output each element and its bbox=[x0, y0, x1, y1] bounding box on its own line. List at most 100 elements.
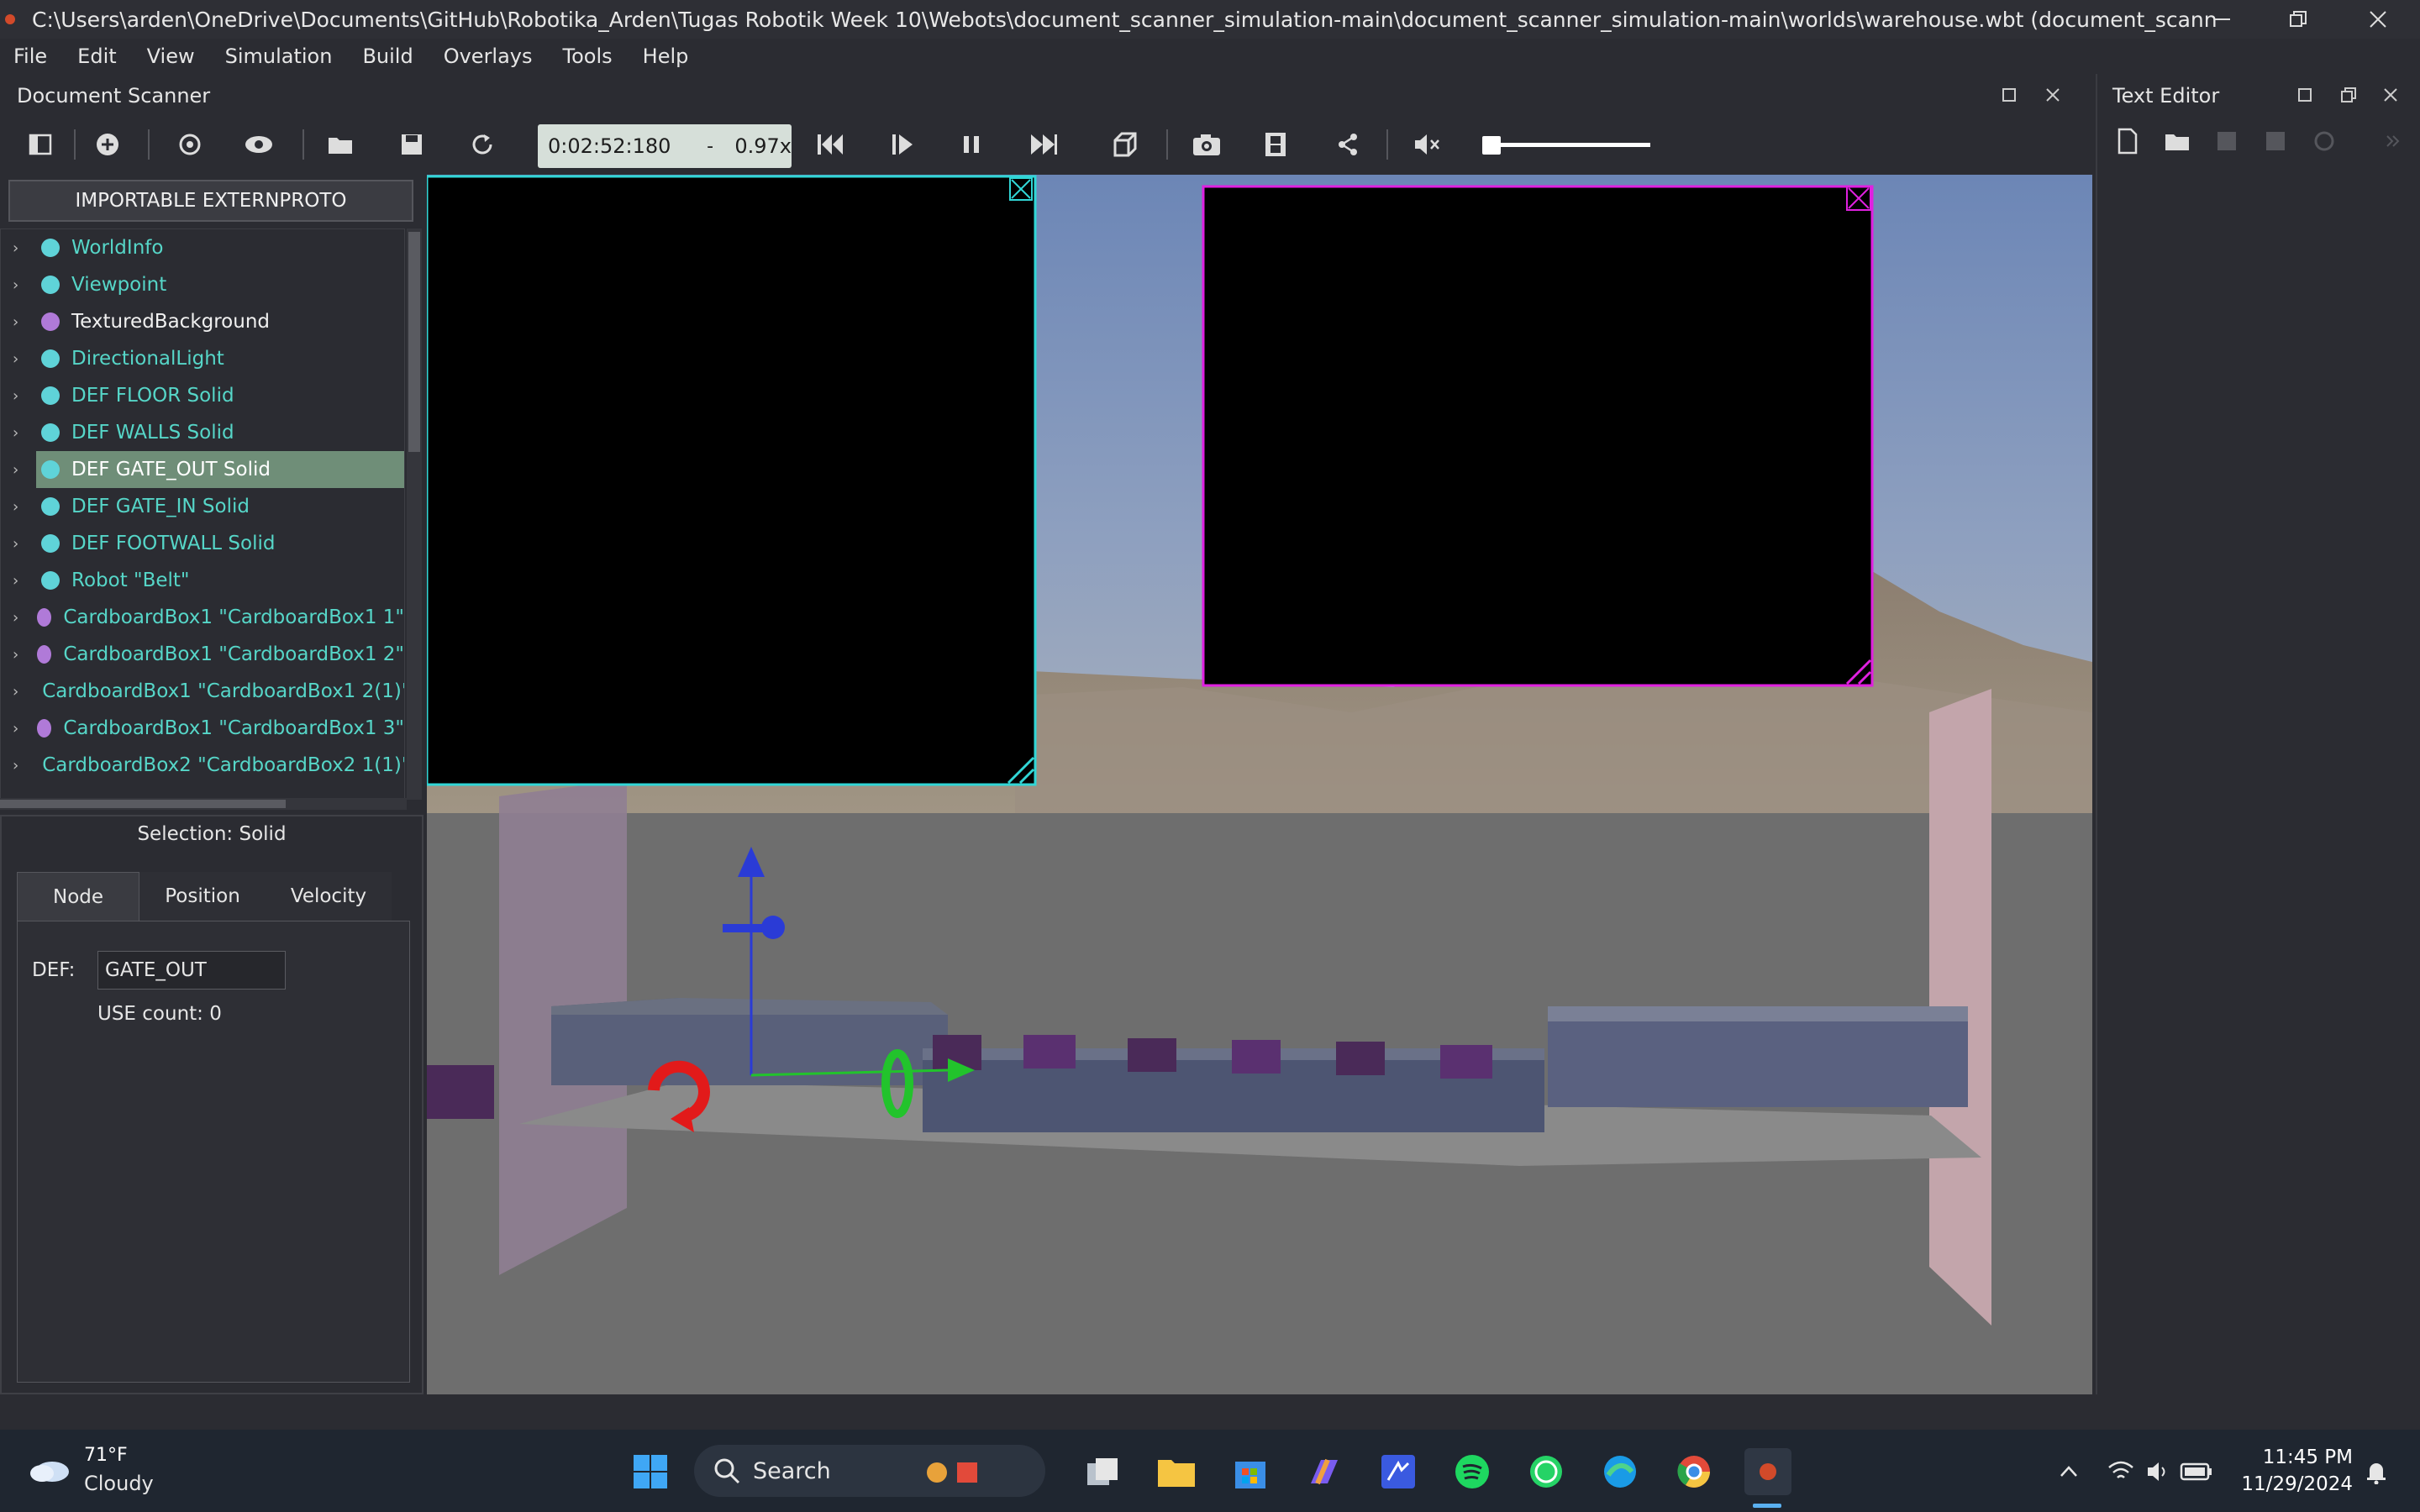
chevron-right-icon[interactable]: › bbox=[13, 239, 29, 257]
scene-tree-item[interactable]: › WorldInfo bbox=[1, 229, 404, 266]
dock-close-button[interactable] bbox=[2040, 82, 2065, 108]
ms-store-taskbar-icon[interactable] bbox=[1227, 1448, 1274, 1495]
menu-overlays[interactable]: Overlays bbox=[444, 45, 533, 68]
scene-tree-item[interactable]: › DEF GATE_OUT Solid bbox=[13, 451, 404, 488]
chevron-right-icon[interactable]: › bbox=[13, 535, 29, 553]
add-node-button[interactable] bbox=[89, 126, 126, 163]
reset-simulation-button[interactable] bbox=[812, 126, 849, 163]
scene-tree-item[interactable]: › Viewpoint bbox=[1, 266, 404, 303]
scene-tree-horizontal-scrollbar[interactable] bbox=[0, 798, 407, 810]
tab-position[interactable]: Position bbox=[139, 872, 266, 921]
save-world-button[interactable] bbox=[393, 126, 430, 163]
revert-file-button[interactable] bbox=[2306, 123, 2343, 160]
save-file-button[interactable] bbox=[2208, 123, 2245, 160]
camera-overlay-2[interactable] bbox=[1202, 185, 1874, 687]
open-file-button[interactable] bbox=[2160, 123, 2196, 160]
volume-slider-track[interactable] bbox=[1482, 143, 1650, 147]
menu-build[interactable]: Build bbox=[362, 45, 413, 68]
scene-tree-item[interactable]: › TexturedBackground bbox=[1, 303, 404, 340]
menu-file[interactable]: File bbox=[13, 45, 47, 68]
close-window-button[interactable] bbox=[2340, 0, 2416, 39]
menu-tools[interactable]: Tools bbox=[563, 45, 613, 68]
tab-node[interactable]: Node bbox=[17, 872, 139, 921]
menu-view[interactable]: View bbox=[147, 45, 195, 68]
file-explorer-taskbar-icon[interactable] bbox=[1153, 1448, 1200, 1495]
scene-tree-item[interactable]: › CardboardBox1 "CardboardBox1 3" bbox=[1, 710, 404, 747]
folder-open-icon bbox=[2165, 134, 2189, 150]
toggle-scene-tree-button[interactable] bbox=[22, 126, 59, 163]
text-editor-close-button[interactable] bbox=[2378, 82, 2403, 108]
chevron-right-icon[interactable]: › bbox=[13, 387, 29, 405]
camera-overlay-1[interactable] bbox=[427, 175, 1037, 786]
chevron-right-icon[interactable]: › bbox=[13, 646, 25, 664]
scene-tree-item[interactable]: › DEF GATE_IN Solid bbox=[1, 488, 404, 525]
battery-status-icon[interactable] bbox=[2173, 1448, 2220, 1495]
reset-viewpoint-button[interactable] bbox=[171, 126, 208, 163]
taskbar-search-box[interactable]: Search bbox=[694, 1445, 1045, 1497]
text-editor-undock-button[interactable] bbox=[2336, 82, 2361, 108]
tab-velocity[interactable]: Velocity bbox=[266, 872, 392, 921]
scene-tree-item[interactable]: › DEF WALLS Solid bbox=[1, 414, 404, 451]
fast-forward-button[interactable] bbox=[1025, 126, 1062, 163]
record-movie-button[interactable] bbox=[1257, 126, 1294, 163]
webots-taskbar-icon[interactable] bbox=[1744, 1448, 1791, 1495]
dock-float-button[interactable] bbox=[1996, 82, 2022, 108]
whatsapp-taskbar-icon[interactable] bbox=[1523, 1448, 1570, 1495]
spotify-taskbar-icon[interactable] bbox=[1449, 1448, 1496, 1495]
3d-scene-view[interactable] bbox=[427, 175, 2092, 1394]
taskbar-clock-date[interactable]: 11/29/2024 bbox=[2235, 1473, 2353, 1495]
menu-simulation[interactable]: Simulation bbox=[225, 45, 333, 68]
importable-externproto-button[interactable]: IMPORTABLE EXTERNPROTO bbox=[8, 180, 413, 222]
new-file-button[interactable] bbox=[2109, 123, 2146, 160]
chevron-right-icon[interactable]: › bbox=[13, 276, 29, 294]
start-button[interactable] bbox=[627, 1448, 674, 1495]
reload-world-button[interactable] bbox=[464, 126, 501, 163]
minimize-button[interactable] bbox=[2185, 0, 2260, 39]
task-view-button[interactable] bbox=[1079, 1448, 1126, 1495]
chevron-right-icon[interactable]: › bbox=[13, 720, 25, 738]
scene-tree-item[interactable]: › DEF FLOOR Solid bbox=[1, 377, 404, 414]
more-tools-button[interactable] bbox=[2375, 123, 2412, 160]
scene-tree-item[interactable]: › CardboardBox1 "CardboardBox1 2" bbox=[1, 636, 404, 673]
save-as-button[interactable] bbox=[2257, 123, 2294, 160]
edge-taskbar-icon[interactable] bbox=[1597, 1448, 1644, 1495]
def-name-field[interactable] bbox=[97, 951, 286, 990]
scene-tree-item[interactable]: › CardboardBox1 "CardboardBox1 2(1)" bbox=[1, 673, 404, 710]
notifications-button[interactable] bbox=[2353, 1448, 2400, 1495]
chevron-right-icon[interactable]: › bbox=[13, 609, 25, 627]
scene-tree-item[interactable]: › CardboardBox1 "CardboardBox1 1" bbox=[1, 599, 404, 636]
chevron-right-icon[interactable]: › bbox=[13, 572, 29, 590]
view-options-button[interactable] bbox=[240, 126, 277, 163]
chrome-taskbar-icon[interactable] bbox=[1670, 1448, 1718, 1495]
chevron-right-icon[interactable]: › bbox=[13, 424, 29, 442]
menu-edit[interactable]: Edit bbox=[77, 45, 116, 68]
pause-button[interactable] bbox=[953, 126, 990, 163]
weather-widget[interactable] bbox=[25, 1445, 72, 1492]
scene-tree-vertical-scrollbar[interactable] bbox=[407, 228, 422, 800]
chevron-right-icon[interactable]: › bbox=[13, 461, 29, 479]
copilot-taskbar-icon[interactable] bbox=[1301, 1448, 1348, 1495]
menu-help[interactable]: Help bbox=[643, 45, 689, 68]
step-button[interactable] bbox=[884, 126, 921, 163]
volume-slider-handle[interactable] bbox=[1482, 136, 1501, 155]
share-button[interactable] bbox=[1329, 126, 1366, 163]
restore-button[interactable] bbox=[2260, 0, 2336, 39]
chevron-right-icon[interactable]: › bbox=[13, 313, 29, 331]
chevron-right-icon[interactable]: › bbox=[13, 683, 18, 701]
mute-button[interactable] bbox=[1408, 126, 1445, 163]
chevron-right-icon[interactable]: › bbox=[13, 498, 29, 516]
scene-tree-item[interactable]: › DirectionalLight bbox=[1, 340, 404, 377]
screenshot-button[interactable] bbox=[1188, 126, 1225, 163]
scene-tree-item[interactable]: › DEF FOOTWALL Solid bbox=[1, 525, 404, 562]
show-hidden-icons-button[interactable] bbox=[2045, 1448, 2092, 1495]
open-world-button[interactable] bbox=[323, 126, 360, 163]
scene-tree-item[interactable]: › CardboardBox2 "CardboardBox2 1(1)" bbox=[1, 747, 404, 784]
vscode-taskbar-icon[interactable] bbox=[1375, 1448, 1422, 1495]
save-icon bbox=[2217, 132, 2236, 150]
chevron-right-icon[interactable]: › bbox=[13, 757, 18, 774]
chevron-right-icon[interactable]: › bbox=[13, 350, 29, 368]
scene-tree-item[interactable]: › Robot "Belt" bbox=[1, 562, 404, 599]
text-editor-float-button[interactable] bbox=[2292, 82, 2317, 108]
rendering-button[interactable] bbox=[1106, 126, 1143, 163]
taskbar-clock-time[interactable]: 11:45 PM bbox=[2252, 1446, 2353, 1468]
